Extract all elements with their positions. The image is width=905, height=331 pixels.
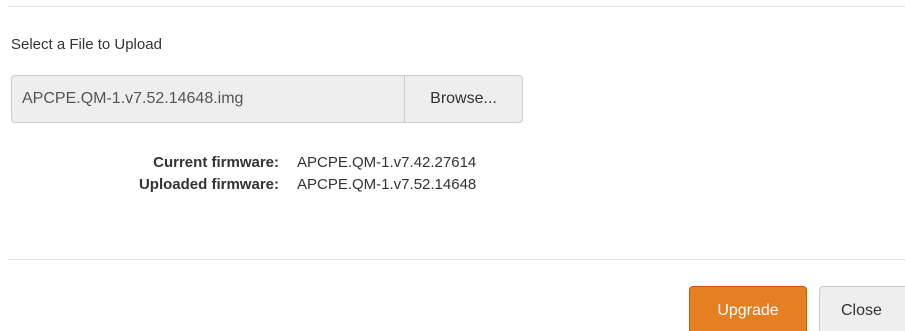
browse-button[interactable]: Browse... — [404, 75, 523, 123]
current-firmware-label: Current firmware: — [153, 154, 279, 171]
file-path-input[interactable] — [11, 75, 404, 123]
uploaded-firmware-label: Uploaded firmware: — [138, 176, 279, 193]
firmware-upload-dialog: Select a File to Upload Browse... Curren… — [0, 0, 905, 331]
close-button[interactable]: Close — [819, 286, 905, 331]
current-firmware-value: APCPE.QM-1.v7.42.27614 — [297, 154, 477, 171]
top-divider — [8, 6, 905, 7]
select-file-label: Select a File to Upload — [11, 36, 162, 53]
footer-divider — [8, 259, 905, 260]
upgrade-button[interactable]: Upgrade — [689, 286, 807, 331]
uploaded-firmware-value: APCPE.QM-1.v7.52.14648 — [297, 176, 477, 193]
firmware-info: Current firmware: APCPE.QM-1.v7.42.27614… — [0, 152, 905, 196]
current-firmware-row: Current firmware: APCPE.QM-1.v7.42.27614 — [0, 152, 905, 174]
uploaded-firmware-row: Uploaded firmware: APCPE.QM-1.v7.52.1464… — [0, 174, 905, 196]
file-upload-group: Browse... — [11, 75, 523, 123]
